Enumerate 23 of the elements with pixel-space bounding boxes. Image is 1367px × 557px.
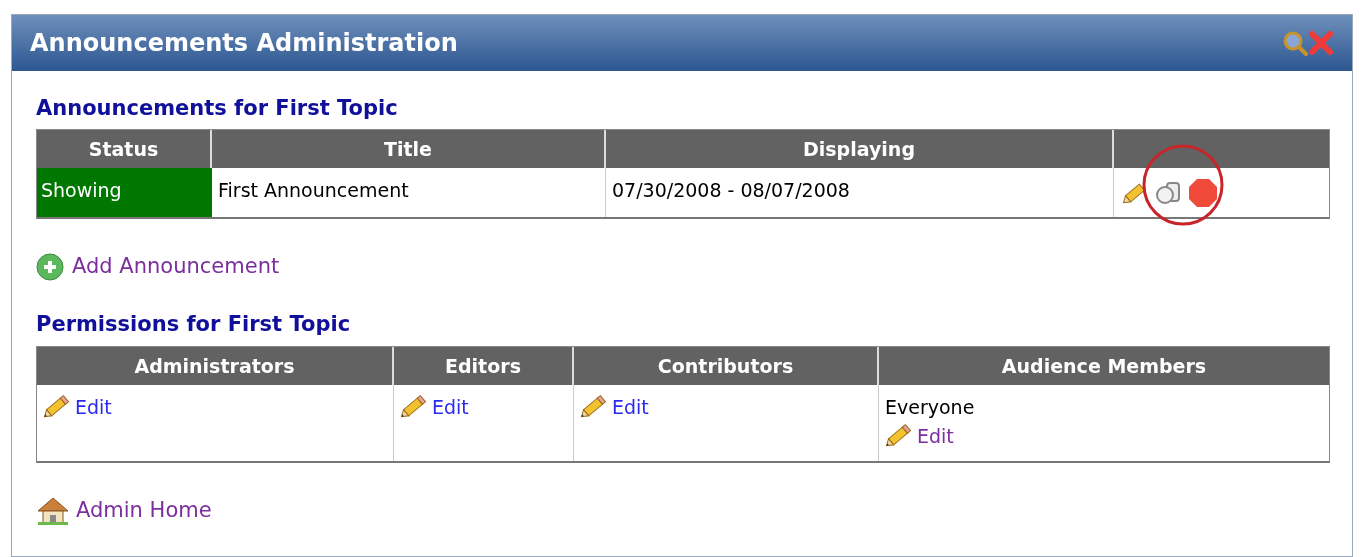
table-cell: 07/30/2008 - 08/07/2008 xyxy=(606,168,1114,217)
edit-link[interactable]: Edit xyxy=(612,393,649,422)
admin-home-link[interactable]: Admin Home xyxy=(76,495,212,527)
status-cell: Showing xyxy=(37,168,212,217)
edit-link[interactable]: Edit xyxy=(432,393,469,422)
window-title: Announcements Administration xyxy=(30,28,458,59)
table-cell: First Announcement xyxy=(212,168,606,217)
edit-link[interactable]: Edit xyxy=(917,421,954,450)
stop-icon[interactable] xyxy=(1188,177,1218,208)
column-header: Administrators xyxy=(37,347,394,385)
edit-link[interactable]: Edit xyxy=(75,393,112,422)
column-header: Displaying xyxy=(606,130,1114,168)
column-header: Editors xyxy=(394,347,574,385)
column-header: Title xyxy=(212,130,606,168)
column-header: Contributors xyxy=(574,347,879,385)
add-icon xyxy=(36,253,64,281)
section-heading: Announcements for First Topic xyxy=(36,95,399,122)
add-announcement-link[interactable]: Add Announcement xyxy=(72,251,280,283)
section-heading: Permissions for First Topic xyxy=(36,311,352,338)
search-icon[interactable] xyxy=(1282,30,1308,56)
column-header: Audience Members xyxy=(1000,353,1208,379)
audience-text: Everyone xyxy=(884,395,976,420)
home-icon xyxy=(36,495,70,526)
